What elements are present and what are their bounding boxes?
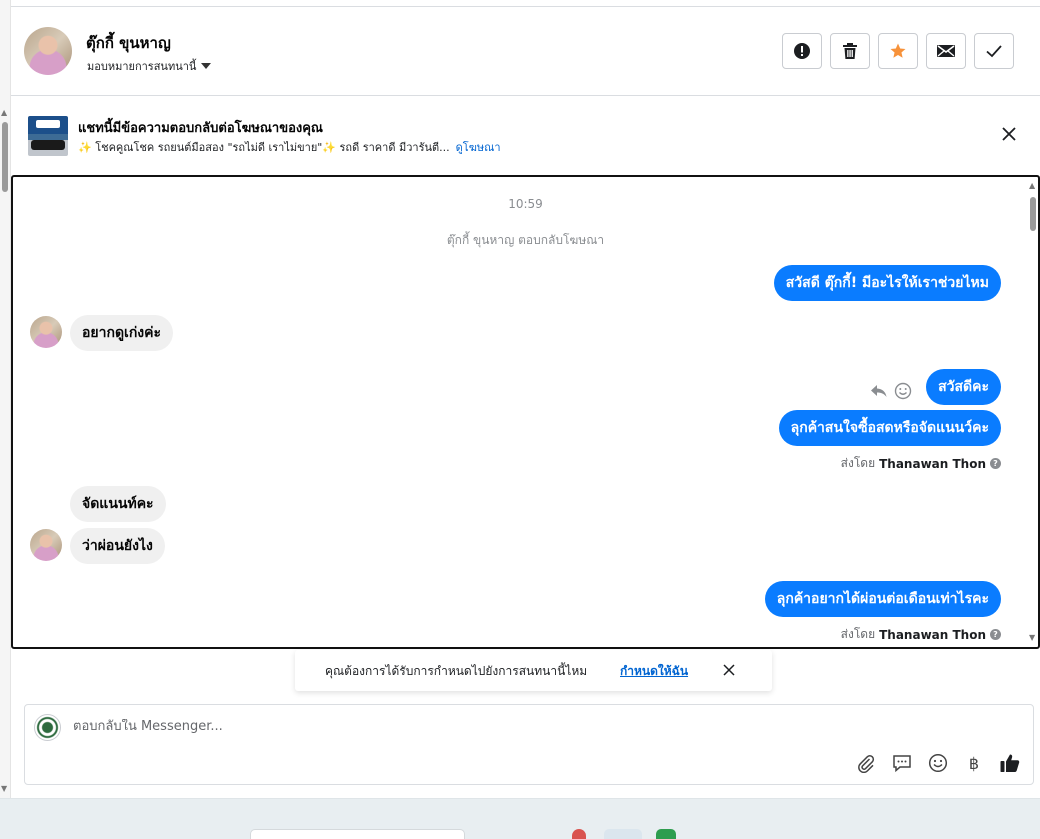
scrollbar-thumb[interactable] [1030, 197, 1036, 231]
taskbar-app-icon[interactable] [572, 829, 586, 839]
assign-dropdown[interactable]: มอบหมายการสนทนานี้ [87, 57, 212, 75]
scroll-down-arrow-icon[interactable]: ▼ [1029, 633, 1035, 642]
message-bubble-incoming[interactable]: อยากดูเก่งค่ะ [70, 315, 174, 351]
star-button[interactable] [878, 33, 918, 69]
message-actions [870, 382, 912, 400]
message-thread[interactable]: 10:59 ตุ๊กกี้ ขุนหาญ ตอบกลับโฆษณา สวัสดี… [11, 175, 1040, 649]
os-taskbar [0, 798, 1040, 839]
like-button[interactable] [999, 752, 1021, 774]
scrollbar-thumb[interactable] [2, 122, 8, 192]
ad-text: ✨ โชคคูณโชค รถยนต์มือสอง "รถไม่ดี เราไม่… [78, 138, 501, 156]
alert-icon [794, 43, 810, 59]
message-bubble-outgoing[interactable]: สวัสดีคะ [926, 369, 1001, 405]
baht-icon: ฿ [968, 753, 980, 773]
composer-toolbar: ฿ [855, 752, 1021, 774]
message-bubble-incoming[interactable]: ว่าผ่อนยังไง [70, 528, 165, 564]
message-bubble-outgoing[interactable]: สวัสดี ตุ๊กกี้! มีอะไรให้เราช่วยไหม [773, 265, 1001, 301]
assign-prompt-toast: คุณต้องการได้รับการกำหนดไปยังการสนทนานี้… [295, 650, 772, 691]
ad-thumbnail[interactable] [28, 116, 68, 156]
help-icon[interactable]: ? [990, 458, 1001, 469]
paperclip-icon [858, 755, 875, 773]
chat-bubble-icon [893, 755, 911, 773]
sent-by-name: Thanawan Thon [879, 456, 986, 471]
view-ad-link[interactable]: ดูโฆษณา [456, 141, 501, 154]
sent-by-label: ส่งโดย Thanawan Thon ? [841, 454, 1001, 473]
smiley-icon [928, 753, 948, 773]
caret-down-icon [201, 63, 212, 69]
report-button[interactable] [782, 33, 822, 69]
help-icon[interactable]: ? [990, 629, 1001, 640]
star-icon [890, 43, 906, 58]
contact-avatar[interactable] [24, 27, 72, 75]
ad-reply-banner: แชทนี้มีข้อความตอบกลับต่อโฆษณาของคุณ ✨ โ… [11, 97, 1040, 175]
check-icon [986, 45, 1002, 58]
sent-by-label: ส่งโดย Thanawan Thon ? [841, 625, 1001, 644]
reply-icon[interactable] [870, 383, 888, 399]
header-actions [782, 33, 1014, 69]
page-avatar [34, 714, 61, 741]
close-icon[interactable] [722, 663, 736, 677]
sent-by-prefix: ส่งโดย [840, 456, 876, 470]
saved-replies-button[interactable] [891, 752, 913, 774]
taskbar-app-icon[interactable] [656, 829, 676, 839]
page-scrollbar[interactable]: ▲ ▼ [0, 0, 11, 800]
assign-to-me-link[interactable]: กำหนดให้ฉัน [620, 662, 688, 681]
system-message: ตุ๊กกี้ ขุนหาญ ตอบกลับโฆษณา [446, 233, 605, 247]
thumbs-up-icon [1000, 754, 1020, 772]
ad-snippet: ✨ โชคคูณโชค รถยนต์มือสอง "รถไม่ดี เราไม่… [78, 141, 450, 154]
reply-input[interactable] [73, 719, 973, 734]
contact-name[interactable]: ตุ๊กกี้ ขุนหาญ [86, 31, 171, 55]
envelope-icon [937, 45, 955, 57]
sent-by-name: Thanawan Thon [879, 627, 986, 642]
inbox-chat-view: ▲ ▼ ตุ๊กกี้ ขุนหาญ มอบหมายการสนทนานี้ แช… [0, 0, 1040, 839]
ad-title: แชทนี้มีข้อความตอบกลับต่อโฆษณาของคุณ [78, 121, 323, 136]
scroll-down-arrow-icon[interactable]: ▼ [1, 784, 7, 793]
chat-header: ตุ๊กกี้ ขุนหาญ มอบหมายการสนทนานี้ [11, 7, 1040, 96]
delete-button[interactable] [830, 33, 870, 69]
scroll-up-arrow-icon[interactable]: ▲ [1, 108, 7, 117]
mark-done-button[interactable] [974, 33, 1014, 69]
message-bubble-incoming[interactable]: จัดแนนท์คะ [70, 486, 166, 522]
scroll-up-arrow-icon[interactable]: ▲ [1029, 181, 1035, 190]
trash-icon [843, 43, 857, 59]
contact-avatar-small[interactable] [30, 316, 62, 348]
thread-scrollbar[interactable]: ▲ ▼ [1029, 177, 1038, 647]
sent-by-prefix: ส่งโดย [840, 627, 876, 641]
assign-prompt-text: คุณต้องการได้รับการกำหนดไปยังการสนทนานี้… [325, 664, 588, 678]
taskbar-app-icon[interactable] [604, 829, 642, 839]
emoji-button[interactable] [927, 752, 949, 774]
message-bubble-outgoing[interactable]: ลุกค้าอยากได้ผ่อนต่อเดือนเท่าไรคะ [764, 581, 1001, 617]
message-bubble-outgoing[interactable]: ลุกค้าสนใจซื้อสดหรือจัดแนนว์คะ [778, 410, 1001, 446]
ad-thumbnail-logo [36, 120, 60, 128]
taskbar-search-box[interactable] [250, 829, 465, 839]
message-composer: ฿ [24, 704, 1034, 785]
assign-label: มอบหมายการสนทนานี้ [87, 60, 197, 73]
payment-button[interactable]: ฿ [963, 752, 985, 774]
emoji-react-icon[interactable] [894, 382, 912, 400]
attach-button[interactable] [855, 752, 877, 774]
close-icon[interactable] [1000, 125, 1018, 143]
car-image [31, 140, 65, 150]
timestamp: 10:59 [508, 197, 543, 211]
contact-avatar-small[interactable] [30, 529, 62, 561]
mark-unread-button[interactable] [926, 33, 966, 69]
